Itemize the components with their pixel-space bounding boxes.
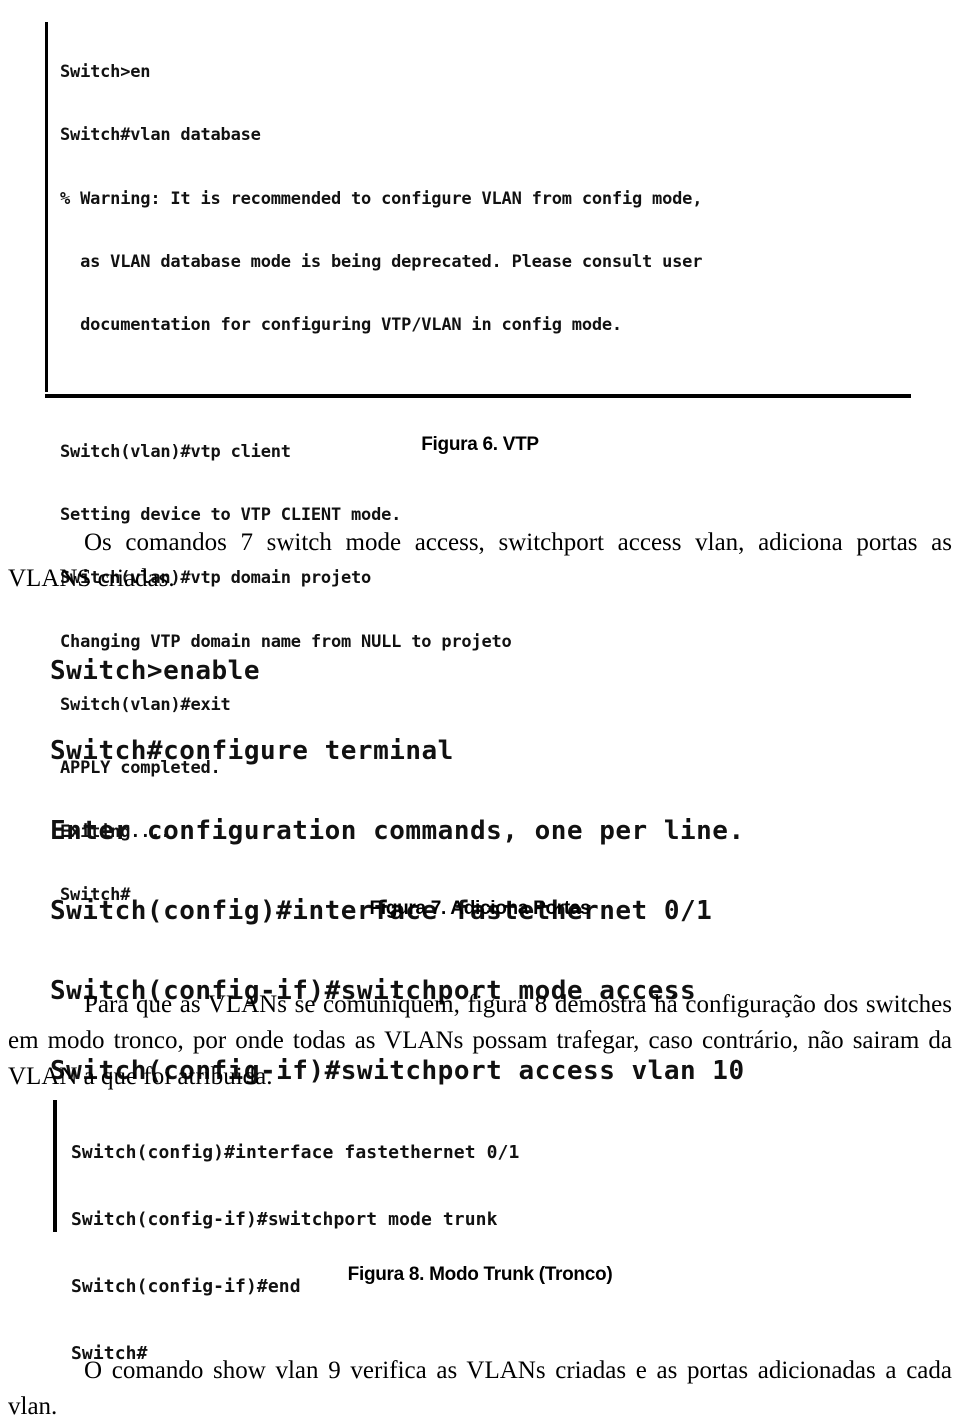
document-page: Switch>en Switch#vlan database % Warning… xyxy=(0,0,960,1420)
paragraph-trunk-mode: Para que as VLANs se comuniquem, figura … xyxy=(8,991,952,1090)
console-line: Switch(config-if)#switchport mode trunk xyxy=(71,1209,498,1230)
console-bottom-rule xyxy=(45,394,911,398)
figure-caption-8: Figura 8. Modo Trunk (Tronco) xyxy=(347,1264,613,1285)
paragraph-access-ports: Os comandos 7 switch mode access, switch… xyxy=(8,529,952,592)
console-capture-add-ports: Switch>enable Switch#configure terminal … xyxy=(50,612,950,1086)
console-capture-trunk: Switch(config)#interface fastethernet 0/… xyxy=(53,1100,753,1364)
console-line: Enter configuration commands, one per li… xyxy=(50,816,745,846)
paragraph-show-vlan: O comando show vlan 9 verifica as VLANs … xyxy=(8,1357,952,1420)
console-line: Switch#vlan database xyxy=(60,125,261,146)
console-line: documentation for configuring VTP/VLAN i… xyxy=(60,315,622,336)
console-line: Switch#configure terminal xyxy=(50,736,454,766)
figure-caption-6: Figura 6. VTP xyxy=(421,434,539,455)
console-line: Switch(config)#interface fastethernet 0/… xyxy=(71,1142,520,1163)
console-capture-vtp: Switch>en Switch#vlan database % Warning… xyxy=(45,22,911,905)
console-line: Switch>en xyxy=(60,62,151,82)
figure-caption-7: Figura 7. Adiciona Portas xyxy=(369,898,591,919)
console-line: % Warning: It is recommended to configur… xyxy=(60,188,703,209)
console-line: as VLAN database mode is being deprecate… xyxy=(60,251,703,272)
console-line: Switch>enable xyxy=(50,656,260,686)
